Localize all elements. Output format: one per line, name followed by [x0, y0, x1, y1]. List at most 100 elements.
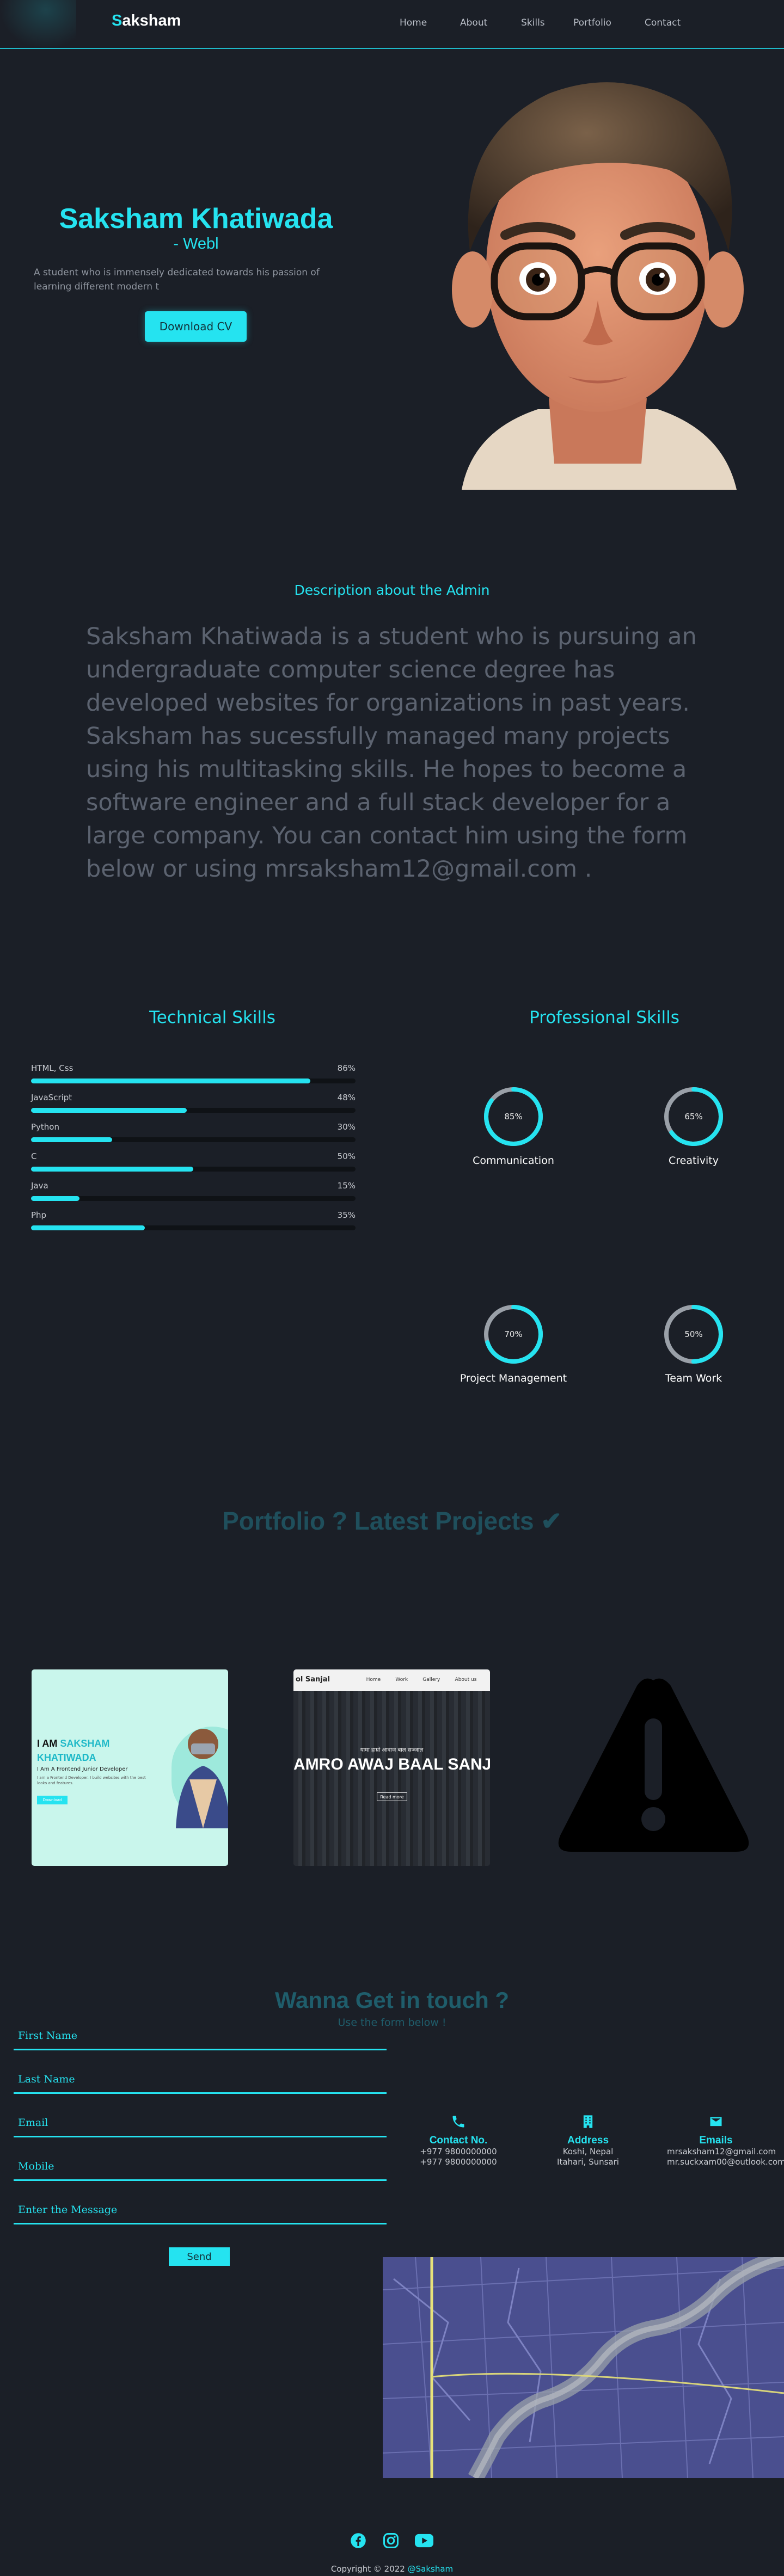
- project1-name-1: SAKSHAM: [60, 1738, 110, 1749]
- nav-portfolio[interactable]: Portfolio: [573, 17, 611, 28]
- project1-blurb: I am a Frontend Developer. I build websi…: [37, 1776, 146, 1785]
- copyright-text: Copyright © 2022: [330, 2564, 405, 2574]
- last-name-field[interactable]: Last Name: [14, 2069, 387, 2094]
- nav-about[interactable]: About: [460, 17, 487, 28]
- about-text: Saksham Khatiwada is a student who is pu…: [86, 623, 697, 883]
- project1-person: [176, 1729, 228, 1828]
- project1-i-am: I AM: [37, 1738, 58, 1749]
- project2-small-heading: यामा हाम्रो आवाज बाल सञ्जाल: [360, 1747, 424, 1753]
- skill-name: JavaScript: [31, 1093, 72, 1102]
- skill-fill: [31, 1079, 310, 1083]
- skill-name: HTML, Css: [31, 1063, 74, 1073]
- professional-skills-title: Professional Skills: [529, 1008, 679, 1027]
- emails-info: Emails mrsaksham12@gmail.com mr.suckxam0…: [667, 2114, 784, 2167]
- download-cv-button[interactable]: Download CV: [145, 311, 247, 342]
- youtube-icon[interactable]: [415, 2534, 433, 2548]
- skill-track: [31, 1225, 356, 1230]
- skill-track: [31, 1137, 356, 1142]
- logo-text: aksham: [122, 12, 181, 29]
- skill-ring-label: Team Work: [665, 1372, 722, 1384]
- project2-banner: AMRO AWAJ BAAL SANJ: [293, 1755, 490, 1773]
- address-line-2: Itahari, Sunsari: [557, 2157, 619, 2167]
- instagram-icon[interactable]: [383, 2532, 399, 2549]
- nav-skills[interactable]: Skills: [521, 17, 545, 28]
- contact-title: Wanna Get in touch ?: [274, 1987, 510, 2013]
- message-field[interactable]: Enter the Message: [14, 2199, 387, 2224]
- address-title: Address: [567, 2135, 609, 2146]
- project2-read-more: Read more: [377, 1792, 407, 1801]
- project-card-baal-sanjal[interactable]: ol Sanjal Home Work Gallery About us याम…: [293, 1669, 490, 1866]
- nav-contact[interactable]: Contact: [645, 17, 681, 28]
- building-icon: [583, 2115, 593, 2128]
- email-field[interactable]: Email: [14, 2112, 387, 2137]
- contact-number-2: +977 9800000000: [420, 2157, 497, 2167]
- skill-name: Java: [31, 1181, 48, 1191]
- skill-bar: JavaScript 48%: [31, 1093, 356, 1113]
- logo-initial: S: [112, 12, 122, 29]
- project2-brand: ol Sanjal: [296, 1675, 330, 1684]
- skill-track: [31, 1108, 356, 1113]
- technical-skills-title: Technical Skills: [149, 1008, 275, 1027]
- skill-bar: Java 15%: [31, 1181, 356, 1201]
- skill-ring-label: Project Management: [460, 1372, 567, 1384]
- phone-icon: [452, 2116, 464, 2128]
- address-info: Address Koshi, Nepal Itahari, Sunsari: [539, 2114, 637, 2167]
- email-line-1: mrsaksham12@gmail.com: [667, 2147, 776, 2156]
- contact-number-title: Contact No.: [429, 2135, 488, 2146]
- skill-fill: [31, 1137, 112, 1142]
- warning-icon: [558, 1678, 749, 1852]
- site-header: Saksham Home About Skills Portfolio Cont…: [0, 0, 784, 49]
- project1-download-button: Download: [37, 1796, 68, 1804]
- facebook-icon[interactable]: [350, 2532, 366, 2549]
- skill-bar: HTML, Css 86%: [31, 1063, 356, 1083]
- location-map[interactable]: [383, 2257, 784, 2478]
- skill-percent: 15%: [337, 1181, 356, 1191]
- skill-percent: 30%: [337, 1122, 356, 1132]
- skill-ring-graphic: 65%: [664, 1087, 723, 1146]
- skill-fill: [31, 1225, 145, 1230]
- skill-percent: 50%: [337, 1151, 356, 1161]
- skill-bar: Python 30%: [31, 1122, 356, 1142]
- copyright-handle[interactable]: @Saksham: [408, 2564, 454, 2574]
- skill-fill: [31, 1196, 80, 1201]
- copyright: Copyright © 2022 @Saksham: [0, 2564, 784, 2574]
- mobile-field[interactable]: Mobile: [14, 2156, 387, 2181]
- skill-percent: 35%: [337, 1210, 356, 1220]
- skill-bar: C 50%: [31, 1151, 356, 1172]
- hero-description: A student who is immensely dedicated tow…: [34, 267, 320, 292]
- portfolio-title: Portfolio ? Latest Projects ✔: [222, 1507, 562, 1535]
- hero-role: - Webl: [173, 235, 219, 252]
- project1-tagline: I Am A Frontend Junior Developer: [37, 1766, 128, 1772]
- avatar-illustration: [452, 82, 744, 490]
- emails-title: Emails: [699, 2135, 733, 2146]
- mail-icon: [710, 2117, 722, 2127]
- skill-ring-graphic: 85%: [484, 1087, 543, 1146]
- project-card-portfolio[interactable]: I AM SAKSHAM KHATIWADA I Am A Frontend J…: [32, 1669, 228, 1866]
- project-card-placeholder[interactable]: [555, 1669, 752, 1866]
- nav-home[interactable]: Home: [400, 17, 427, 28]
- skill-name: Python: [31, 1122, 59, 1132]
- skill-bar: Php 35%: [31, 1210, 356, 1230]
- skill-track: [31, 1079, 356, 1083]
- skill-name: C: [31, 1151, 37, 1161]
- skill-ring-label: Creativity: [669, 1155, 719, 1167]
- social-icons: [0, 2530, 784, 2550]
- skill-fill: [31, 1167, 193, 1172]
- hero-name: Saksham Khatiwada: [59, 203, 333, 235]
- send-button[interactable]: Send: [169, 2247, 230, 2266]
- project2-nav-about: About us: [455, 1677, 477, 1683]
- skill-percent: 86%: [337, 1063, 356, 1073]
- address-line-1: Koshi, Nepal: [562, 2147, 614, 2156]
- skill-percent: 48%: [337, 1093, 356, 1102]
- skill-ring-percent: 65%: [684, 1112, 702, 1121]
- project2-nav-work: Work: [395, 1677, 408, 1683]
- first-name-field[interactable]: First Name: [14, 2025, 387, 2050]
- project1-name-2: KHATIWADA: [37, 1752, 96, 1763]
- skill-ring-label: Communication: [473, 1155, 554, 1167]
- project2-nav: Home Work Gallery About us: [359, 1677, 484, 1683]
- contact-number-1: +977 9800000000: [420, 2147, 497, 2156]
- site-logo[interactable]: Saksham: [112, 12, 181, 30]
- skill-name: Php: [31, 1210, 47, 1220]
- about-title: Description about the Admin: [294, 582, 490, 598]
- skill-ring-percent: 50%: [684, 1329, 702, 1339]
